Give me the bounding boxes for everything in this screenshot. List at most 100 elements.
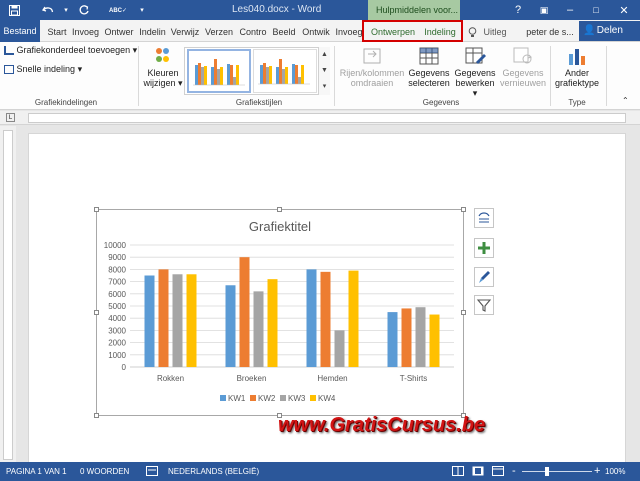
- ribbon-options-icon[interactable]: ▣: [530, 0, 558, 20]
- bar-kw4-t-shirts[interactable]: [429, 314, 440, 367]
- maximize-icon[interactable]: □: [582, 0, 610, 20]
- tab-addins[interactable]: Invoeg: [334, 23, 364, 42]
- bar-kw2-broeken[interactable]: [239, 257, 250, 367]
- vertical-ruler[interactable]: [0, 126, 16, 462]
- change-colors-button[interactable]: Kleuren wijzigen ▾: [142, 46, 184, 88]
- tab-references[interactable]: Verwijz: [169, 23, 201, 42]
- customize-icon[interactable]: ▾: [134, 2, 150, 18]
- select-data-line2: selecteren: [408, 78, 450, 88]
- bar-kw2-hemden[interactable]: [320, 271, 331, 367]
- legend-swatch-kw1[interactable]: [220, 395, 226, 401]
- chart-elements-plus-icon[interactable]: [474, 238, 494, 258]
- tab-start[interactable]: Start: [44, 23, 70, 42]
- print-layout-icon[interactable]: [472, 466, 484, 478]
- context-tabs-highlight: [362, 20, 463, 42]
- tab-design[interactable]: Ontwer: [102, 23, 136, 42]
- spelling-icon[interactable]: ABC✓: [109, 2, 127, 18]
- change-chart-type-line1: Ander: [564, 68, 590, 78]
- horizontal-ruler[interactable]: L: [0, 111, 640, 125]
- bar-kw3-rokken[interactable]: [172, 274, 183, 367]
- bar-kw4-rokken[interactable]: [186, 274, 197, 367]
- change-chart-type-button[interactable]: Ander grafiektype: [552, 46, 602, 88]
- zoom-level[interactable]: 100%: [605, 467, 625, 476]
- share-button[interactable]: 👤 Delen: [579, 21, 640, 41]
- undo-icon[interactable]: [40, 2, 56, 18]
- bar-kw2-rokken[interactable]: [158, 269, 169, 367]
- layout-options-icon[interactable]: [474, 208, 494, 228]
- add-chart-element-button[interactable]: Grafiekonderdeel toevoegen ▾: [4, 45, 137, 56]
- bar-chart[interactable]: Grafiektitel 0 1000 2000 3000 4000 5000 6000 70…: [96, 209, 464, 416]
- watermark: www.GratisCursus.be: [278, 414, 486, 436]
- edit-data-button[interactable]: Gegevens bewerken ▾: [452, 46, 498, 98]
- tab-selector-icon[interactable]: L: [6, 113, 15, 122]
- tab-mailings[interactable]: Verzen: [202, 23, 236, 42]
- switch-row-column-button[interactable]: Rijen/kolommen omdraaien: [336, 46, 408, 88]
- category-label: Hemden: [317, 374, 347, 383]
- gallery-more-icon[interactable]: ▾: [319, 79, 330, 95]
- read-mode-icon[interactable]: [452, 466, 464, 478]
- chart-filter-icon[interactable]: [474, 295, 494, 315]
- save-icon[interactable]: [6, 2, 22, 18]
- zoom-in-button[interactable]: +: [594, 465, 600, 477]
- gallery-up-icon[interactable]: ▲: [319, 47, 330, 63]
- minimize-icon[interactable]: –: [556, 0, 584, 20]
- tab-review[interactable]: Contro: [237, 23, 269, 42]
- legend-label-kw1[interactable]: KW1: [228, 394, 246, 403]
- chart-title[interactable]: Grafiektitel: [249, 219, 311, 234]
- legend-label-kw3[interactable]: KW3: [288, 394, 306, 403]
- tab-view[interactable]: Beeld: [270, 23, 298, 42]
- zoom-slider[interactable]: [522, 471, 592, 472]
- select-data-button[interactable]: Gegevens selecteren: [406, 46, 452, 88]
- user-add-icon: 👤: [583, 25, 596, 36]
- legend-swatch-kw3[interactable]: [280, 395, 286, 401]
- language[interactable]: NEDERLANDS (BELGIË): [168, 467, 259, 476]
- chevron-down-icon[interactable]: ▾: [58, 2, 74, 18]
- bar-kw3-broeken[interactable]: [253, 291, 264, 367]
- proofing-icon[interactable]: [146, 466, 158, 478]
- tab-file[interactable]: Bestand: [0, 20, 40, 42]
- refresh-data-button[interactable]: Gegevens vernieuwen: [500, 46, 546, 88]
- bar-kw3-hemden[interactable]: [334, 330, 345, 367]
- switch-row-column-line1: Rijen/kolommen: [339, 68, 405, 78]
- tab-layout[interactable]: Indelin: [137, 23, 168, 42]
- collapse-ribbon-icon[interactable]: ⌃: [622, 96, 629, 105]
- bar-kw4-hemden[interactable]: [348, 270, 359, 367]
- chart-style-1[interactable]: [187, 49, 251, 93]
- bar-kw4-broeken[interactable]: [267, 279, 278, 367]
- close-icon[interactable]: ✕: [610, 0, 638, 20]
- gallery-scroll[interactable]: ▲ ▼ ▾: [318, 47, 330, 95]
- bar-kw1-t-shirts[interactable]: [387, 312, 398, 367]
- chevron-down-icon: ▾: [77, 64, 83, 74]
- web-layout-icon[interactable]: [492, 466, 504, 478]
- zoom-slider-thumb[interactable]: [545, 467, 549, 476]
- tab-developer[interactable]: Ontwik: [299, 23, 333, 42]
- tell-me-search[interactable]: Uitleg: [480, 23, 510, 42]
- tab-insert[interactable]: Invoeg: [70, 23, 101, 42]
- legend-swatch-kw2[interactable]: [250, 395, 256, 401]
- bar-kw1-broeken[interactable]: [225, 285, 236, 367]
- word-count[interactable]: 0 WOORDEN: [80, 467, 129, 476]
- palette-icon: [151, 46, 175, 66]
- legend-label-kw4[interactable]: KW4: [318, 394, 336, 403]
- group-label-type: Type: [568, 98, 586, 107]
- bar-kw3-t-shirts[interactable]: [415, 307, 426, 367]
- y-tick-label: 5000: [108, 302, 126, 311]
- redo-icon[interactable]: [76, 2, 92, 18]
- bar-kw1-hemden[interactable]: [306, 269, 317, 367]
- chart-styles-brush-icon[interactable]: [474, 267, 494, 287]
- y-tick-label: 2000: [108, 339, 126, 348]
- zoom-out-button[interactable]: -: [512, 465, 516, 477]
- chart-style-2[interactable]: [253, 49, 317, 93]
- legend-label-kw2[interactable]: KW2: [258, 394, 276, 403]
- bar-kw2-t-shirts[interactable]: [401, 308, 412, 367]
- page-counter[interactable]: PAGINA 1 VAN 1: [6, 467, 67, 476]
- bar-kw1-rokken[interactable]: [144, 275, 155, 368]
- title-bar: ▾ ABC✓ ▾ Les040.docx - Word Hulpmiddelen…: [0, 0, 640, 20]
- help-icon[interactable]: ?: [504, 0, 532, 20]
- quick-layout-button[interactable]: Snelle indeling ▾: [4, 64, 82, 75]
- user-account[interactable]: peter de s...: [523, 23, 577, 42]
- select-data-line1: Gegevens: [408, 68, 450, 78]
- legend-swatch-kw4[interactable]: [310, 395, 316, 401]
- gallery-down-icon[interactable]: ▼: [319, 63, 330, 79]
- category-label: Broeken: [237, 374, 267, 383]
